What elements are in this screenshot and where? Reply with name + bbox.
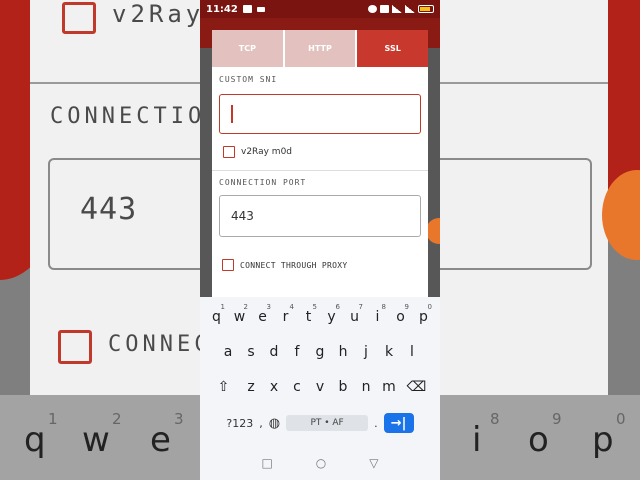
background-number-hint-1: 1 <box>48 410 58 428</box>
ssl-settings-dialog: TCP HTTP SSL CUSTOM SNI v2Ray m0d CONNEC… <box>212 30 429 300</box>
custom-sni-input[interactable] <box>219 94 421 134</box>
connection-port-input[interactable]: 443 <box>219 195 421 237</box>
background-number-hint-2: 2 <box>112 410 122 428</box>
navigation-bar: □ ○ ▽ <box>200 445 440 480</box>
tab-tcp[interactable]: TCP <box>212 30 283 67</box>
keyboard-row-1: q1 w2 e3 r4 t5 y6 u7 i8 o9 p0 <box>200 303 440 325</box>
key-icon <box>256 6 265 12</box>
key-h[interactable]: h <box>332 344 355 360</box>
key-g[interactable]: g <box>309 344 332 360</box>
key-z[interactable]: z <box>240 379 263 395</box>
key-o[interactable]: o9 <box>389 303 412 325</box>
v2ray-checkbox[interactable] <box>223 146 235 158</box>
background-divider <box>30 82 200 84</box>
v2ray-option[interactable]: v2Ray m0d <box>223 146 428 158</box>
comma-key[interactable]: , <box>259 417 263 430</box>
section-divider <box>212 170 428 171</box>
shift-key-icon[interactable]: ⇧ <box>208 379 240 395</box>
key-v[interactable]: v <box>309 379 332 395</box>
background-connect-text: CONNEC <box>108 332 200 357</box>
key-d[interactable]: d <box>263 344 286 360</box>
period-key[interactable]: . <box>374 417 378 430</box>
protocol-tabs: TCP HTTP SSL <box>212 30 429 67</box>
background-number-hint-8: 8 <box>490 410 500 428</box>
proxy-option[interactable]: CONNECT THROUGH PROXY <box>222 259 428 271</box>
key-r[interactable]: r4 <box>274 303 297 325</box>
battery-icon <box>418 5 434 13</box>
tab-http[interactable]: HTTP <box>284 30 356 67</box>
key-u[interactable]: u7 <box>343 303 366 325</box>
custom-sni-label: CUSTOM SNI <box>219 75 278 84</box>
backspace-key-icon[interactable]: ⌫ <box>401 379 433 395</box>
key-k[interactable]: k <box>378 344 401 360</box>
background-checkbox-2 <box>58 330 92 364</box>
keyboard-row-4: ?123 , ◍ PT • AF . →| <box>200 413 440 433</box>
background-key-q: q <box>24 420 46 460</box>
background-key-o: o <box>528 420 549 460</box>
key-t[interactable]: t5 <box>297 303 320 325</box>
keyboard-row-2: a s d f g h j k l <box>200 344 440 360</box>
proxy-checkbox[interactable] <box>222 259 234 271</box>
status-time: 11:42 <box>206 3 238 15</box>
key-i[interactable]: i8 <box>366 303 389 325</box>
key-b[interactable]: b <box>332 379 355 395</box>
background-key-p: p <box>592 420 614 460</box>
status-bar: 11:42 <box>200 0 440 18</box>
symbols-key[interactable]: ?123 <box>226 417 253 430</box>
recents-icon[interactable]: □ <box>261 456 272 470</box>
background-number-hint-9: 9 <box>552 410 562 428</box>
connection-port-label: CONNECTION PORT <box>219 178 307 187</box>
key-w[interactable]: w2 <box>228 303 251 325</box>
background-checkbox <box>62 2 96 34</box>
key-n[interactable]: n <box>355 379 378 395</box>
tab-ssl[interactable]: SSL <box>357 30 429 67</box>
home-icon[interactable]: ○ <box>316 456 326 470</box>
cast-icon <box>380 5 389 13</box>
background-right: 8 9 0 i o p <box>440 0 640 480</box>
background-port-value: 443 <box>80 192 138 227</box>
space-key[interactable]: PT • AF <box>286 415 369 431</box>
dim-overlay-left <box>200 48 212 300</box>
key-f[interactable]: f <box>286 344 309 360</box>
background-number-hint-3: 3 <box>174 410 184 428</box>
proxy-checkbox-label: CONNECT THROUGH PROXY <box>240 260 348 270</box>
soft-keyboard: q1 w2 e3 r4 t5 y6 u7 i8 o9 p0 a s d f g … <box>200 297 440 445</box>
background-port-box-right <box>440 158 592 270</box>
keyboard-row-3: ⇧ z x c v b n m ⌫ <box>200 379 440 395</box>
text-caret <box>231 105 233 123</box>
signal-icon-2 <box>405 5 415 13</box>
background-key-w: w <box>82 420 110 460</box>
background-key-i: i <box>472 420 482 460</box>
background-connection-text: CONNECTIO <box>50 104 200 129</box>
background-left: v2Ray m CONNECTIO 443 CONNEC 1 2 3 q w e <box>0 0 200 480</box>
signal-icon <box>392 5 402 13</box>
background-divider-right <box>440 82 608 84</box>
key-m[interactable]: m <box>378 379 401 395</box>
globe-icon[interactable]: ◍ <box>269 416 280 431</box>
v2ray-checkbox-label: v2Ray m0d <box>241 147 293 157</box>
key-l[interactable]: l <box>401 344 424 360</box>
background-number-hint-0: 0 <box>616 410 626 428</box>
phone-screen: 11:42 TCP HTTP SSL CUSTOM SNI v2Ray m0d <box>200 0 440 480</box>
notification-icon <box>242 5 252 13</box>
alarm-icon <box>368 5 377 13</box>
dim-overlay-right <box>428 48 440 300</box>
key-e[interactable]: e3 <box>251 303 274 325</box>
key-c[interactable]: c <box>286 379 309 395</box>
key-s[interactable]: s <box>240 344 263 360</box>
background-v2ray-text: v2Ray m <box>112 0 200 28</box>
key-p[interactable]: p0 <box>412 303 435 325</box>
key-y[interactable]: y6 <box>320 303 343 325</box>
key-q[interactable]: q1 <box>205 303 228 325</box>
key-a[interactable]: a <box>217 344 240 360</box>
key-j[interactable]: j <box>355 344 378 360</box>
enter-key-icon[interactable]: →| <box>383 413 414 433</box>
back-icon[interactable]: ▽ <box>369 456 378 470</box>
background-key-e: e <box>150 420 171 460</box>
key-x[interactable]: x <box>263 379 286 395</box>
